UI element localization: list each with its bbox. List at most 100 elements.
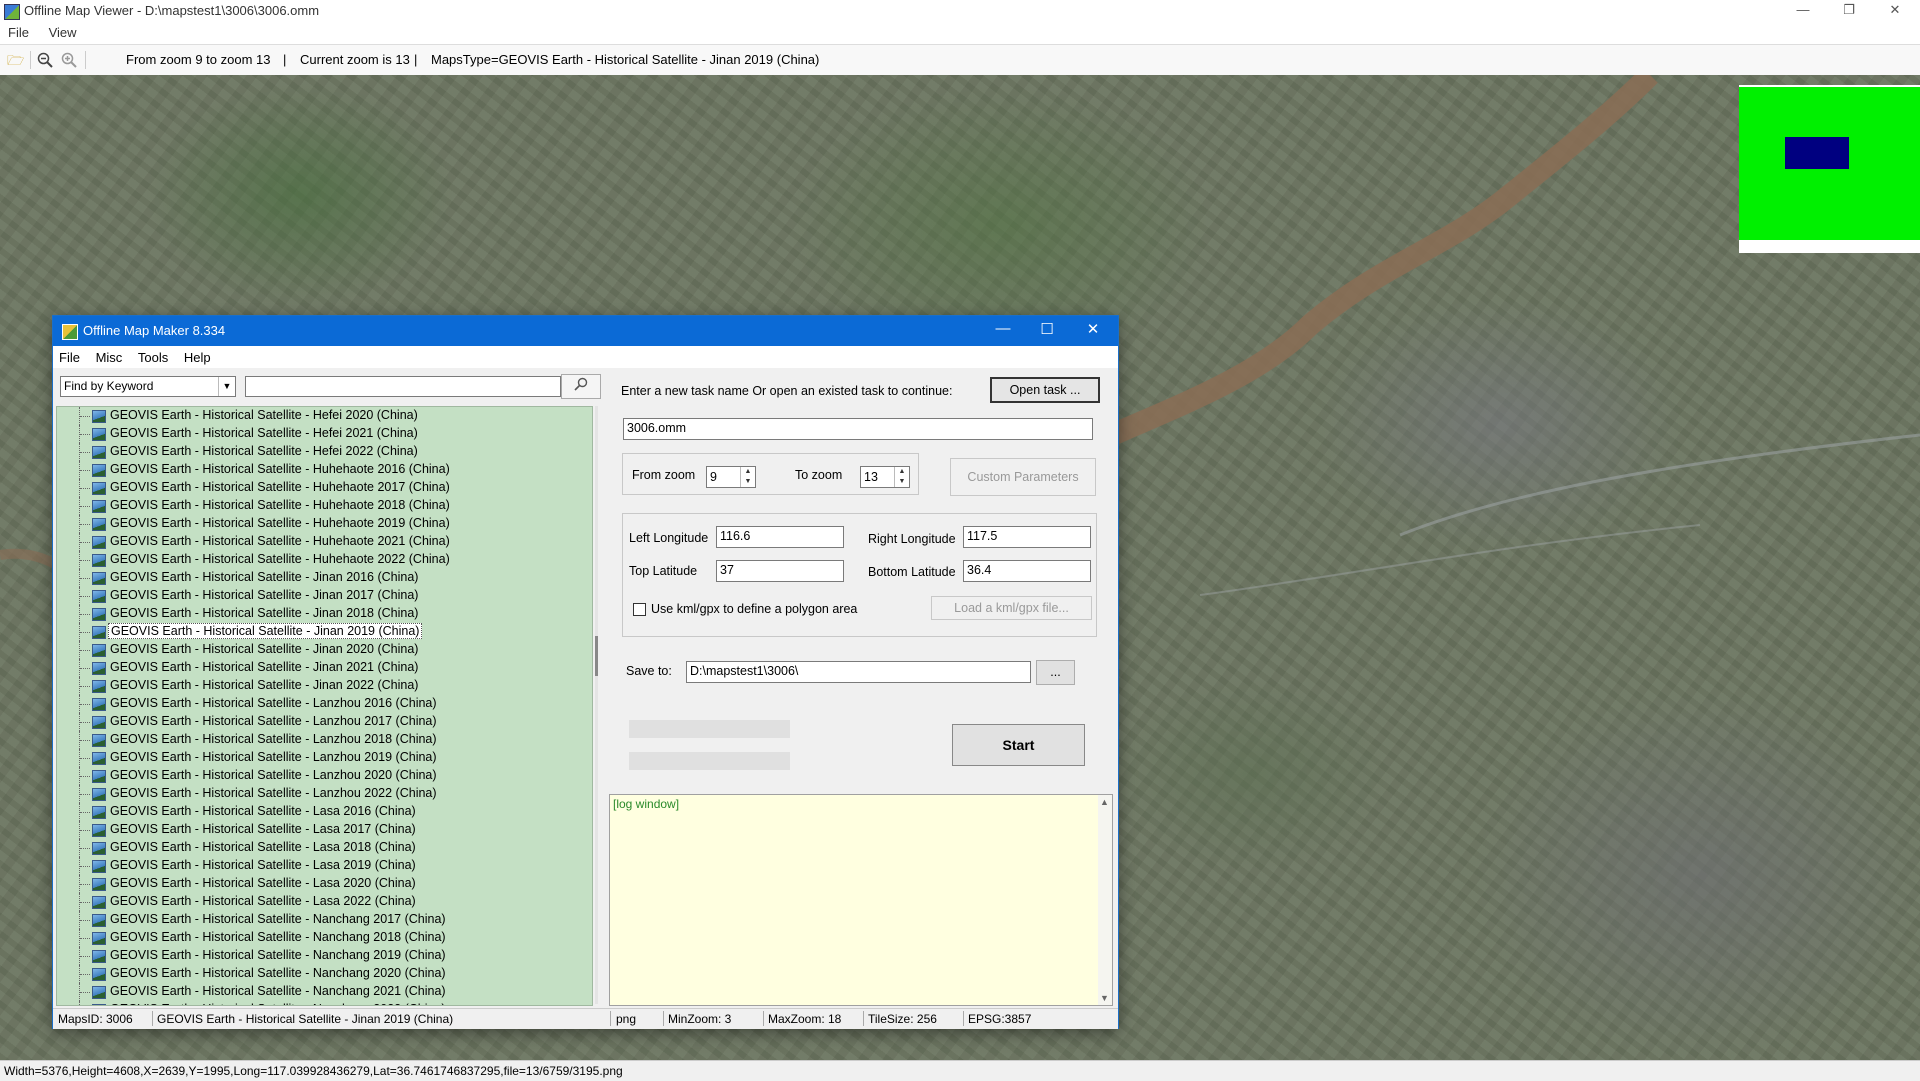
overview-minimap[interactable] — [1739, 85, 1920, 253]
find-mode-select[interactable]: Find by Keyword ▼ — [60, 376, 236, 397]
tree-item[interactable]: GEOVIS Earth - Historical Satellite - Na… — [57, 911, 592, 929]
dialog-close-icon[interactable]: ✕ — [1071, 320, 1115, 338]
tree-item[interactable]: GEOVIS Earth - Historical Satellite - La… — [57, 893, 592, 911]
custom-parameters-button[interactable]: Custom Parameters — [950, 458, 1096, 496]
to-zoom-label: To zoom — [795, 468, 843, 482]
log-scrollbar[interactable]: ▲ ▼ — [1098, 795, 1112, 1005]
save-to-field[interactable]: D:\mapstest1\3006\ — [686, 661, 1031, 683]
tree-item[interactable]: GEOVIS Earth - Historical Satellite - Ji… — [57, 623, 592, 641]
dialog-menu-file[interactable]: File — [53, 346, 86, 365]
tree-item[interactable]: GEOVIS Earth - Historical Satellite - Hu… — [57, 479, 592, 497]
from-zoom-stepper[interactable]: 9 ▲ ▼ — [706, 466, 756, 488]
bottom-latitude-field[interactable]: 36.4 — [963, 560, 1091, 582]
open-task-button[interactable]: Open task ... — [990, 377, 1100, 403]
search-input[interactable] — [245, 376, 561, 397]
tree-item-label: GEOVIS Earth - Historical Satellite - La… — [110, 876, 416, 890]
tree-item[interactable]: GEOVIS Earth - Historical Satellite - Ji… — [57, 587, 592, 605]
tree-line — [80, 920, 90, 921]
tree-item[interactable]: GEOVIS Earth - Historical Satellite - Hu… — [57, 461, 592, 479]
tree-item[interactable]: GEOVIS Earth - Historical Satellite - He… — [57, 425, 592, 443]
tree-item[interactable]: GEOVIS Earth - Historical Satellite - La… — [57, 875, 592, 893]
open-folder-icon[interactable]: 🗁 — [7, 52, 24, 68]
task-name-field[interactable]: 3006.omm — [623, 418, 1093, 440]
tree-item-label: GEOVIS Earth - Historical Satellite - Na… — [110, 948, 446, 962]
tree-line — [80, 632, 90, 633]
tree-item[interactable]: GEOVIS Earth - Historical Satellite - Hu… — [57, 497, 592, 515]
save-to-label: Save to: — [626, 664, 672, 678]
tree-item[interactable]: GEOVIS Earth - Historical Satellite - He… — [57, 443, 592, 461]
tree-scrollbar[interactable] — [595, 406, 598, 1004]
dialog-menu-help[interactable]: Help — [178, 346, 217, 365]
tree-item[interactable]: GEOVIS Earth - Historical Satellite - La… — [57, 821, 592, 839]
tree-item[interactable]: GEOVIS Earth - Historical Satellite - Ji… — [57, 605, 592, 623]
map-image-icon — [92, 500, 106, 513]
spin-arrows-icon[interactable]: ▲ ▼ — [894, 467, 909, 487]
tree-item[interactable]: GEOVIS Earth - Historical Satellite - La… — [57, 785, 592, 803]
to-zoom-stepper[interactable]: 13 ▲ ▼ — [860, 466, 910, 488]
top-latitude-field[interactable]: 37 — [716, 560, 844, 582]
tree-item[interactable]: GEOVIS Earth - Historical Satellite - Hu… — [57, 551, 592, 569]
log-window[interactable]: [log window] ▲ ▼ — [609, 794, 1113, 1006]
left-longitude-field[interactable]: 116.6 — [716, 526, 844, 548]
dialog-menu-misc[interactable]: Misc — [90, 346, 129, 365]
tree-item-label: GEOVIS Earth - Historical Satellite - Ji… — [110, 642, 419, 656]
map-image-icon — [92, 950, 106, 963]
current-zoom-text: Current zoom is 13 — [300, 52, 410, 67]
map-image-icon — [92, 896, 106, 909]
kml-checkbox[interactable] — [633, 603, 646, 616]
load-kml-button[interactable]: Load a kml/gpx file... — [931, 596, 1092, 620]
tree-item-label: GEOVIS Earth - Historical Satellite - La… — [110, 858, 416, 872]
tree-item-label: GEOVIS Earth - Historical Satellite - Ji… — [110, 588, 419, 602]
browse-button[interactable]: ... — [1036, 660, 1075, 685]
tree-item[interactable]: GEOVIS Earth - Historical Satellite - Na… — [57, 983, 592, 1001]
tree-item-label: GEOVIS Earth - Historical Satellite - Hu… — [110, 480, 450, 494]
map-image-icon — [92, 878, 106, 891]
tree-item[interactable]: GEOVIS Earth - Historical Satellite - Hu… — [57, 515, 592, 533]
tree-line — [80, 758, 90, 759]
tree-item[interactable]: GEOVIS Earth - Historical Satellite - La… — [57, 749, 592, 767]
tree-item[interactable]: GEOVIS Earth - Historical Satellite - Na… — [57, 929, 592, 947]
search-button[interactable] — [561, 374, 601, 399]
minimap-viewport[interactable] — [1785, 137, 1849, 169]
tree-item[interactable]: GEOVIS Earth - Historical Satellite - He… — [57, 407, 592, 425]
tree-item[interactable]: GEOVIS Earth - Historical Satellite - Na… — [57, 947, 592, 965]
menu-view[interactable]: View — [41, 22, 85, 40]
tree-item[interactable]: GEOVIS Earth - Historical Satellite - La… — [57, 731, 592, 749]
tree-item[interactable]: GEOVIS Earth - Historical Satellite - La… — [57, 803, 592, 821]
tree-item[interactable]: GEOVIS Earth - Historical Satellite - Ji… — [57, 677, 592, 695]
restore-icon[interactable]: ❐ — [1826, 0, 1872, 22]
map-type-tree[interactable]: GEOVIS Earth - Historical Satellite - He… — [56, 406, 593, 1006]
dialog-minimize-icon[interactable]: — — [981, 320, 1025, 337]
dialog-maximize-icon[interactable]: ☐ — [1025, 320, 1069, 338]
scroll-thumb[interactable] — [595, 636, 598, 676]
tree-item[interactable]: GEOVIS Earth - Historical Satellite - Na… — [57, 965, 592, 983]
scroll-down-icon[interactable]: ▼ — [1100, 993, 1109, 1003]
minimize-icon[interactable]: — — [1780, 0, 1826, 22]
map-image-icon — [92, 554, 106, 567]
right-longitude-field[interactable]: 117.5 — [963, 526, 1091, 548]
dialog-menu-tools[interactable]: Tools — [132, 346, 174, 365]
start-button[interactable]: Start — [952, 724, 1085, 766]
scroll-up-icon[interactable]: ▲ — [1100, 797, 1109, 807]
spin-arrows-icon[interactable]: ▲ ▼ — [740, 467, 755, 487]
tree-item[interactable]: GEOVIS Earth - Historical Satellite - Na… — [57, 1001, 592, 1005]
tree-item[interactable]: GEOVIS Earth - Historical Satellite - La… — [57, 713, 592, 731]
tree-item[interactable]: GEOVIS Earth - Historical Satellite - Ji… — [57, 659, 592, 677]
zoom-out-icon[interactable] — [37, 52, 53, 68]
tree-item[interactable]: GEOVIS Earth - Historical Satellite - La… — [57, 857, 592, 875]
progress-bar — [629, 752, 790, 770]
tree-item[interactable]: GEOVIS Earth - Historical Satellite - La… — [57, 695, 592, 713]
tree-line — [80, 992, 90, 993]
map-app-icon — [4, 4, 20, 20]
map-image-icon — [92, 698, 106, 711]
menu-file[interactable]: File — [0, 22, 37, 40]
tree-item[interactable]: GEOVIS Earth - Historical Satellite - Hu… — [57, 533, 592, 551]
tree-item[interactable]: GEOVIS Earth - Historical Satellite - Ji… — [57, 641, 592, 659]
zoom-in-icon[interactable] — [61, 52, 77, 68]
tree-item[interactable]: GEOVIS Earth - Historical Satellite - La… — [57, 839, 592, 857]
tree-item-label: GEOVIS Earth - Historical Satellite - Na… — [110, 966, 446, 980]
tree-item[interactable]: GEOVIS Earth - Historical Satellite - Ji… — [57, 569, 592, 587]
close-icon[interactable]: ✕ — [1872, 0, 1918, 22]
tree-item[interactable]: GEOVIS Earth - Historical Satellite - La… — [57, 767, 592, 785]
toolbar-divider — [30, 51, 31, 69]
